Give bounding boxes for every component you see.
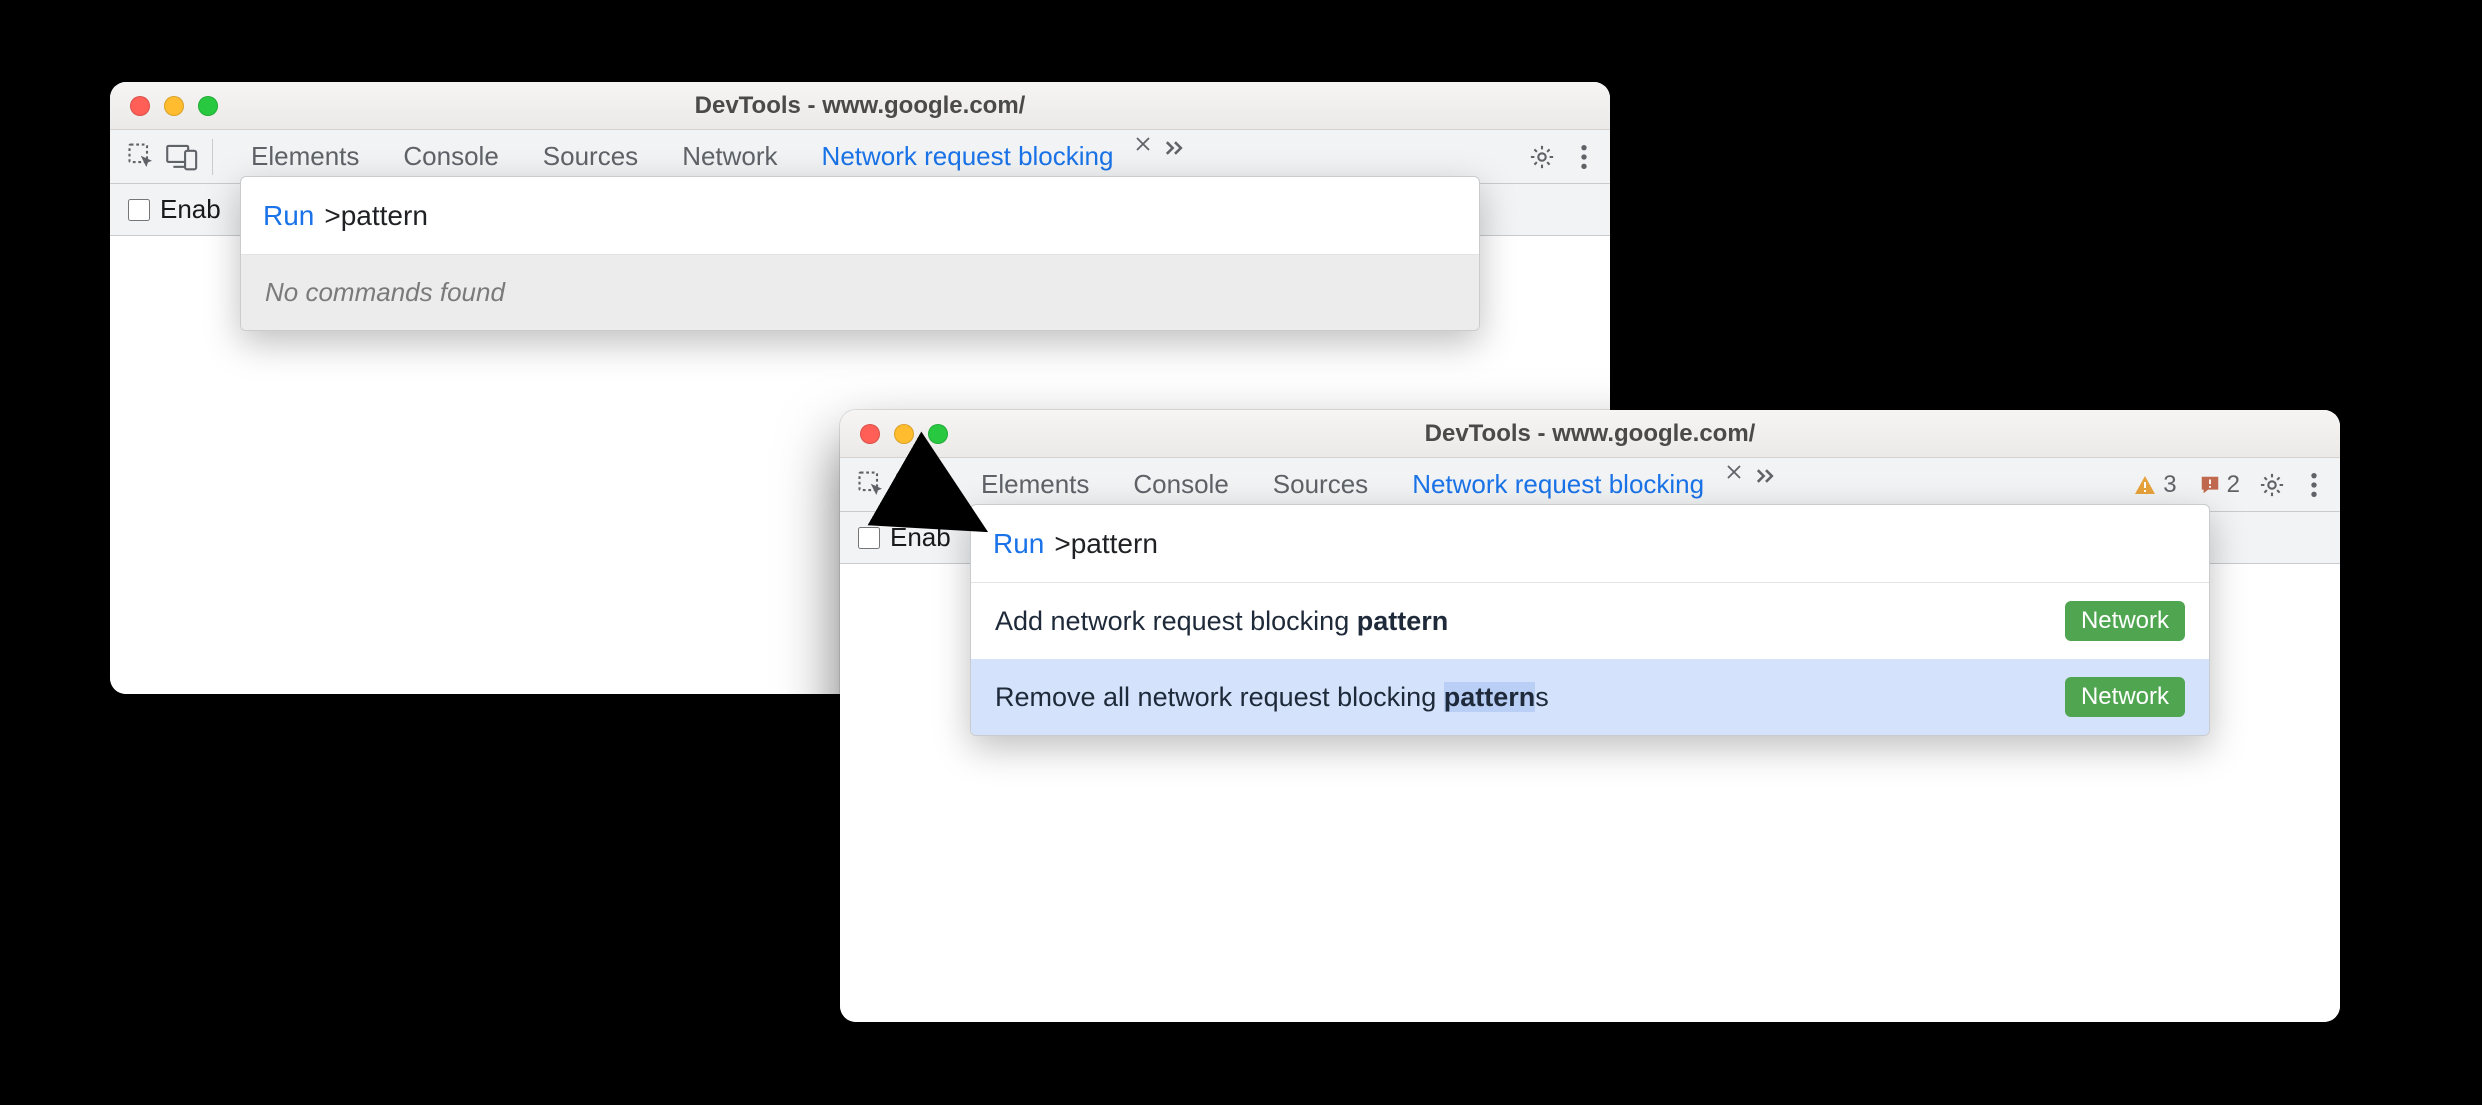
command-menu-item-label: Remove all network request blocking patt… (995, 682, 1549, 713)
command-menu-item-label: Add network request blocking pattern (995, 606, 1448, 637)
command-menu-run-label: Run (263, 200, 314, 232)
issues-badge[interactable]: 2 (2191, 471, 2248, 499)
command-menu-query: >pattern (324, 200, 428, 232)
inspect-element-icon[interactable] (124, 139, 160, 175)
window-traffic-lights (130, 96, 218, 116)
command-menu-item[interactable]: Remove all network request blocking patt… (971, 659, 2209, 735)
toolbar-right (1524, 139, 1602, 175)
command-menu-item-tag: Network (2065, 601, 2185, 641)
window-traffic-lights (860, 424, 948, 444)
command-menu-query: >pattern (1054, 528, 1158, 560)
more-tabs-chevrons-icon[interactable] (1157, 130, 1193, 166)
panel-content: Enab Run >pattern Add network request bl… (840, 512, 2340, 1022)
close-window-button[interactable] (130, 96, 150, 116)
inspect-element-icon[interactable] (854, 467, 890, 503)
toolbar-right: 3 2 (2125, 467, 2332, 503)
zoom-window-button[interactable] (928, 424, 948, 444)
command-menu-run-label: Run (993, 528, 1044, 560)
minimize-window-button[interactable] (894, 424, 914, 444)
warnings-badge[interactable]: 3 (2125, 471, 2184, 499)
window-title: DevTools - www.google.com/ (840, 420, 2340, 448)
command-menu-empty: No commands found (241, 255, 1479, 330)
minimize-window-button[interactable] (164, 96, 184, 116)
command-menu-item[interactable]: Add network request blocking pattern Net… (971, 583, 2209, 659)
settings-gear-icon[interactable] (2254, 467, 2290, 503)
close-window-button[interactable] (860, 424, 880, 444)
toolbar-divider (212, 139, 213, 175)
close-tab-icon[interactable] (1720, 458, 1748, 486)
toggle-device-icon[interactable] (164, 139, 200, 175)
command-menu-popover: Run >pattern Add network request blockin… (970, 504, 2210, 736)
kebab-menu-icon[interactable] (2296, 467, 2332, 503)
enable-blocking-checkbox[interactable] (128, 199, 150, 221)
enable-blocking-checkbox[interactable] (858, 527, 880, 549)
kebab-menu-icon[interactable] (1566, 139, 1602, 175)
window-title: DevTools - www.google.com/ (110, 92, 1610, 120)
command-menu-item-tag: Network (2065, 677, 2185, 717)
command-menu-popover: Run >pattern No commands found (240, 176, 1480, 331)
titlebar: DevTools - www.google.com/ (840, 410, 2340, 458)
zoom-window-button[interactable] (198, 96, 218, 116)
more-tabs-chevrons-icon[interactable] (1748, 458, 1784, 494)
toggle-device-icon[interactable] (894, 467, 930, 503)
enable-blocking-label: Enab (160, 194, 221, 225)
command-menu-input[interactable]: Run >pattern (971, 505, 2209, 583)
warnings-count: 3 (2163, 471, 2176, 499)
issues-count: 2 (2227, 471, 2240, 499)
toolbar-divider (942, 467, 943, 503)
enable-blocking-label: Enab (890, 522, 951, 553)
titlebar: DevTools - www.google.com/ (110, 82, 1610, 130)
command-menu-input[interactable]: Run >pattern (241, 177, 1479, 255)
close-tab-icon[interactable] (1129, 130, 1157, 158)
devtools-window-after: DevTools - www.google.com/ Elements Cons… (840, 410, 2340, 1022)
settings-gear-icon[interactable] (1524, 139, 1560, 175)
